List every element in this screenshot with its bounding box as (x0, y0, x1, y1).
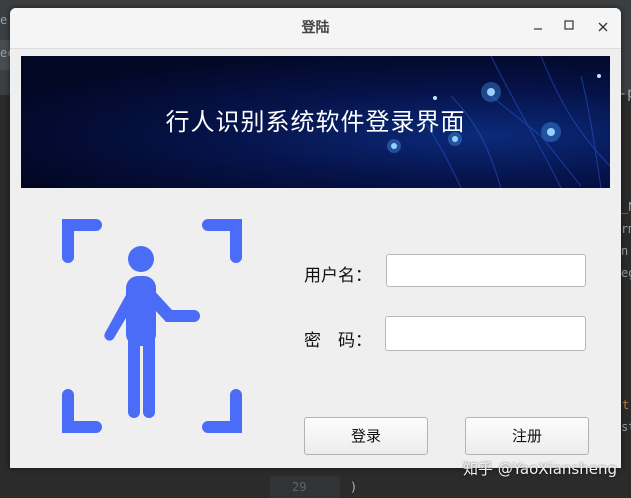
background-text: e (0, 13, 8, 27)
login-button[interactable]: 登录 (304, 417, 428, 455)
maximize-icon (564, 20, 574, 30)
background-line-number: 29 (292, 480, 307, 494)
maximize-button[interactable] (559, 18, 579, 38)
pedestrian-scan-icon (62, 219, 242, 433)
register-button[interactable]: 注册 (465, 417, 589, 455)
background-text: t (622, 398, 630, 412)
background-text: rm (621, 222, 631, 236)
title-bar[interactable]: 登陆 (10, 8, 621, 49)
watermark: 知乎 @YaoXiansheng (463, 460, 617, 478)
login-dialog: 登陆 行人识别系统软件登录界面 用户名： 密 码： 登录 注册 (10, 8, 621, 468)
minimize-button[interactable] (528, 18, 548, 38)
close-button[interactable] (593, 18, 613, 38)
minimize-icon (534, 28, 542, 30)
close-icon (598, 22, 608, 32)
username-input[interactable] (386, 254, 586, 287)
background-text: eg (621, 266, 631, 280)
username-label: 用户名： (304, 266, 372, 286)
background-code: ) (350, 480, 358, 494)
background-text: _N (621, 200, 631, 214)
background-text: n (621, 244, 629, 258)
password-label: 密 码： (304, 331, 372, 351)
banner-title: 行人识别系统软件登录界面 (165, 108, 466, 136)
password-input[interactable] (385, 316, 586, 351)
background-text: st (621, 420, 631, 434)
header-banner: 行人识别系统软件登录界面 (21, 56, 610, 188)
